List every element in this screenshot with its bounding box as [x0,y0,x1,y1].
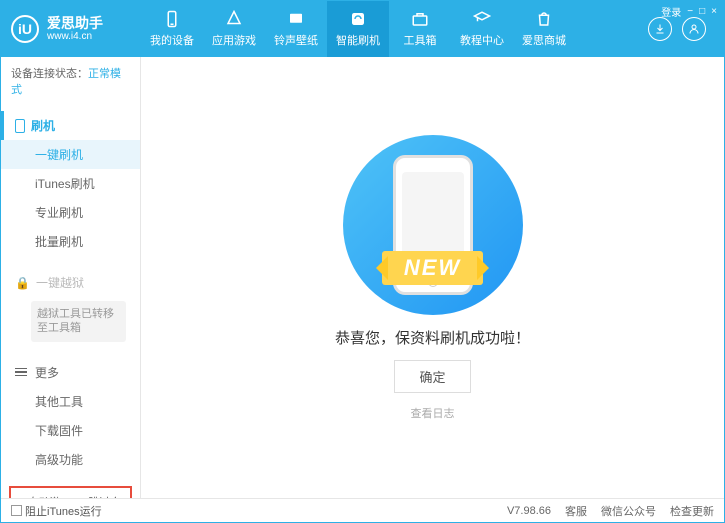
tutorial-icon [473,10,491,28]
footer-wechat-link[interactable]: 微信公众号 [601,503,656,519]
sidebar-item-download-firmware[interactable]: 下载固件 [1,416,140,445]
main-nav: 我的设备 应用游戏 铃声壁纸 智能刷机 工具箱 教程中心 爱思商城 [141,1,648,57]
store-icon [535,10,553,28]
nav-flash[interactable]: 智能刷机 [327,1,389,57]
version-label: V7.98.66 [507,505,551,517]
sidebar-item-advanced[interactable]: 高级功能 [1,445,140,474]
sidebar-item-itunes-flash[interactable]: iTunes刷机 [1,169,140,198]
minimize-button[interactable]: − [687,6,693,17]
sidebar-section-more[interactable]: 更多 [1,358,140,387]
nav-apps[interactable]: 应用游戏 [203,1,265,57]
jailbreak-note: 越狱工具已转移至工具箱 [31,301,126,342]
phone-icon [163,10,181,28]
sidebar-item-other-tools[interactable]: 其他工具 [1,387,140,416]
logo-icon: iU [11,15,39,43]
app-name: 爱思助手 [47,16,103,31]
checkbox-block-itunes[interactable]: 阻止iTunes运行 [11,503,102,519]
apps-icon [225,10,243,28]
success-illustration: NEW [343,135,523,315]
sidebar-section-jailbreak[interactable]: 🔒 一键越狱 [1,268,140,297]
options-highlight-box: ✓ 自动激活 ✓ 跳过向导 [9,486,132,498]
checkbox-skip-guide[interactable]: ✓ 跳过向导 [76,494,127,498]
new-ribbon: NEW [382,251,483,285]
user-icon [688,23,700,35]
connection-status: 设备连接状态：正常模式 [1,57,140,105]
nav-tutorial[interactable]: 教程中心 [451,1,513,57]
footer: 阻止iTunes运行 V7.98.66 客服 微信公众号 检查更新 [1,498,724,522]
lock-icon: 🔒 [15,276,30,290]
header: iU 爱思助手 www.i4.cn 我的设备 应用游戏 铃声壁纸 智能刷机 工具… [1,1,724,57]
user-button[interactable] [682,17,706,41]
sidebar-item-pro-flash[interactable]: 专业刷机 [1,198,140,227]
body: 设备连接状态：正常模式 刷机 一键刷机 iTunes刷机 专业刷机 批量刷机 🔒… [1,57,724,498]
nav-store[interactable]: 爱思商城 [513,1,575,57]
download-icon [654,23,666,35]
footer-update-link[interactable]: 检查更新 [670,503,714,519]
header-actions [648,17,714,41]
window-titlebar: 登录 − □ × [661,4,717,19]
app-logo: iU 爱思助手 www.i4.cn [11,15,141,43]
flash-icon [349,10,367,28]
titlebar-user[interactable]: 登录 [661,4,681,19]
close-button[interactable]: × [711,6,717,17]
checkbox-icon [11,505,22,516]
main-content: NEW 恭喜您，保资料刷机成功啦！ 确定 查看日志 [141,57,724,498]
download-button[interactable] [648,17,672,41]
sidebar: 设备连接状态：正常模式 刷机 一键刷机 iTunes刷机 专业刷机 批量刷机 🔒… [1,57,141,498]
sidebar-item-oneclick-flash[interactable]: 一键刷机 [1,140,140,169]
view-log-link[interactable]: 查看日志 [411,405,455,421]
success-message: 恭喜您，保资料刷机成功啦！ [335,327,530,348]
toolbox-icon [411,10,429,28]
maximize-button[interactable]: □ [699,6,705,17]
footer-service-link[interactable]: 客服 [565,503,587,519]
confirm-button[interactable]: 确定 [394,360,470,393]
nav-my-device[interactable]: 我的设备 [141,1,203,57]
checkbox-auto-activate[interactable]: ✓ 自动激活 [15,494,66,498]
hamburger-icon [15,368,27,377]
sidebar-item-batch-flash[interactable]: 批量刷机 [1,227,140,256]
app-url: www.i4.cn [47,31,103,42]
nav-toolbox[interactable]: 工具箱 [389,1,451,57]
phone-icon [15,119,25,133]
nav-wallpaper[interactable]: 铃声壁纸 [265,1,327,57]
wallpaper-icon [287,10,305,28]
sidebar-section-flash[interactable]: 刷机 [1,111,140,140]
